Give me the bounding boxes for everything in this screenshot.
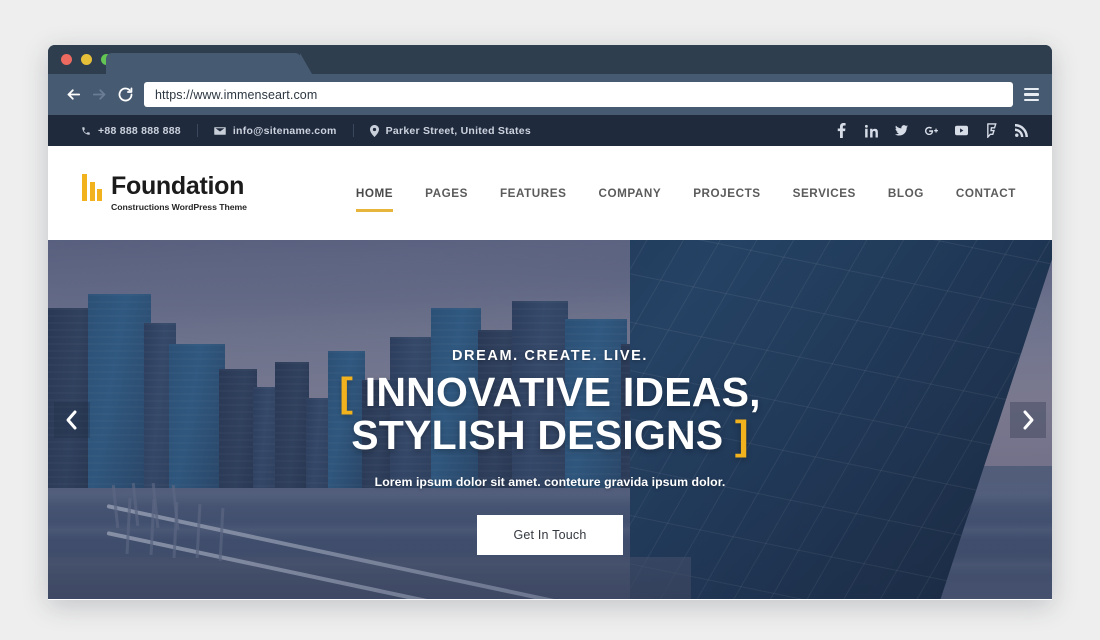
logo-text-group: Foundation Constructions WordPress Theme: [111, 171, 247, 213]
rss-icon[interactable]: [1015, 123, 1028, 138]
google-plus-icon[interactable]: [925, 123, 938, 138]
main-navigation: HOME PAGES FEATURES COMPANY PROJECTS SER…: [340, 187, 1016, 212]
location-pin-icon: [369, 124, 379, 137]
topbar-email-text: info@sitename.com: [232, 124, 337, 137]
nav-item-home[interactable]: HOME: [340, 187, 409, 212]
hero-title-text-1: INNOVATIVE IDEAS,: [364, 369, 761, 415]
hero-title-line-1: [ INNOVATIVE IDEAS,: [339, 369, 761, 415]
slider-next-arrow-icon[interactable]: [1010, 401, 1046, 438]
forward-icon[interactable]: [86, 82, 112, 108]
topbar-address-text: Parker Street, United States: [385, 124, 531, 137]
topbar-contact-group: +88 888 888 888 info@sitename.com Parker…: [81, 124, 531, 137]
nav-item-projects[interactable]: PROJECTS: [677, 187, 776, 200]
topbar-divider: [196, 124, 198, 137]
browser-titlebar: [48, 45, 1052, 74]
youtube-icon[interactable]: [955, 123, 968, 138]
site-topbar: +88 888 888 888 info@sitename.com Parker…: [48, 115, 1052, 146]
hero-content: DREAM. CREATE. LIVE. [ INNOVATIVE IDEAS,…: [48, 240, 1052, 599]
hero-slider: DREAM. CREATE. LIVE. [ INNOVATIVE IDEAS,…: [48, 240, 1052, 599]
bracket-close: ]: [734, 412, 749, 459]
browser-window: https://www.immenseart.com +88 888 888 8…: [48, 45, 1052, 600]
menu-icon[interactable]: [1021, 82, 1041, 108]
topbar-email[interactable]: info@sitename.com: [214, 125, 337, 137]
bar-chart-logo-icon: [82, 174, 102, 212]
nav-item-company[interactable]: COMPANY: [582, 187, 677, 200]
nav-item-contact[interactable]: CONTACT: [940, 187, 1016, 200]
back-icon[interactable]: [60, 82, 86, 108]
phone-icon: [81, 126, 91, 136]
facebook-icon[interactable]: [835, 123, 848, 138]
slider-prev-arrow-icon[interactable]: [54, 401, 90, 438]
envelope-icon: [214, 126, 226, 136]
page-viewport: +88 888 888 888 info@sitename.com Parker…: [48, 115, 1052, 600]
address-bar[interactable]: https://www.immenseart.com: [144, 82, 1013, 107]
topbar-address[interactable]: Parker Street, United States: [369, 124, 531, 137]
browser-toolbar: https://www.immenseart.com: [48, 74, 1052, 115]
hero-subtitle: Lorem ipsum dolor sit amet. conteture gr…: [374, 474, 726, 489]
topbar-phone[interactable]: +88 888 888 888: [81, 125, 181, 137]
logo-subtitle: Constructions WordPress Theme: [111, 202, 247, 213]
topbar-divider: [352, 124, 354, 137]
nav-item-services[interactable]: SERVICES: [777, 187, 872, 200]
minimize-window-button[interactable]: [81, 54, 92, 65]
hero-title-text-2: STYLISH DESIGNS: [351, 412, 724, 459]
reload-icon[interactable]: [112, 82, 138, 108]
nav-item-pages[interactable]: PAGES: [409, 187, 484, 200]
hero-title-line-2: STYLISH DESIGNS ]: [339, 414, 760, 457]
foursquare-icon[interactable]: [985, 123, 998, 138]
close-window-button[interactable]: [61, 54, 72, 65]
nav-item-blog[interactable]: BLOG: [872, 187, 940, 200]
site-header: Foundation Constructions WordPress Theme…: [48, 146, 1052, 240]
topbar-phone-text: +88 888 888 888: [98, 124, 181, 137]
browser-tab[interactable]: [106, 53, 312, 74]
linkedin-icon[interactable]: [865, 123, 878, 138]
bracket-open: [: [339, 369, 354, 415]
logo-title: Foundation: [111, 171, 245, 200]
address-bar-url: https://www.immenseart.com: [155, 87, 318, 102]
hero-kicker: DREAM. CREATE. LIVE.: [451, 348, 649, 364]
social-links: [835, 123, 1028, 138]
site-logo[interactable]: Foundation Constructions WordPress Theme: [82, 171, 247, 213]
nav-item-features[interactable]: FEATURES: [484, 187, 583, 200]
get-in-touch-button[interactable]: Get In Touch: [477, 514, 623, 555]
window-controls[interactable]: [61, 54, 112, 65]
twitter-icon[interactable]: [895, 123, 908, 138]
hero-title: [ INNOVATIVE IDEAS, STYLISH DESIGNS ]: [339, 369, 761, 458]
